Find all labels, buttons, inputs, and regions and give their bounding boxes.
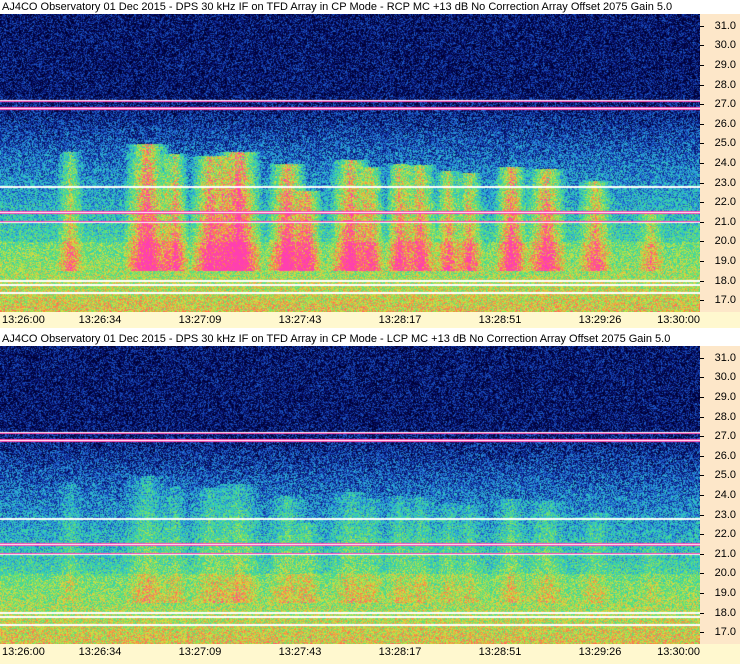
lcp-time-axis: 13:26:00 13:26:34 13:27:09 13:27:43 13:28:17… [0,644,740,664]
lcp-freq-tick-mark [700,436,704,438]
rcp-freq-tick-mark [700,143,704,145]
lcp-freq-tick-mark [700,514,704,516]
rcp-freq-tick-label: 29.0 [714,58,736,71]
lcp-freq-tick-label: 23.0 [714,508,736,521]
lcp-freq-tick-mark [700,455,704,457]
lcp-freq-tick-label: 31.0 [714,351,736,364]
rcp-spectrogram-title: AJ4CO Observatory 01 Dec 2015 - DPS 30 k… [2,1,673,13]
rcp-freq-tick-mark [700,45,704,47]
rcp-time-tick-label: 13:26:34 [78,314,122,326]
rcp-freq-tick-label: 21.0 [714,215,736,228]
lcp-frequency-axis: 31.0 30.0 29.0 28.0 27.0 26.0 25.0 24.0 23.0 22.0… [700,346,740,644]
lcp-freq-tick-label: 29.0 [714,390,736,403]
lcp-freq-tick-mark [700,495,704,496]
rcp-time-axis: 13:26:00 13:26:34 13:27:09 13:27:43 13:28:17… [0,312,740,328]
lcp-freq-tick-label: 20.0 [714,567,736,580]
rcp-time-tick-label: 13:26:00 [2,314,45,326]
rcp-freq-tick-mark [700,261,704,263]
rcp-time-tick-label: 13:28:17 [378,314,422,326]
lcp-freq-tick-mark [700,475,704,477]
lcp-freq-tick-mark [700,357,704,359]
lcp-freq-tick-label: 26.0 [714,449,736,462]
lcp-spectrogram-plot [0,346,700,644]
rcp-freq-tick-label: 27.0 [714,98,736,111]
rcp-time-tick-label: 13:27:43 [278,314,322,326]
lcp-freq-tick-label: 25.0 [714,469,736,482]
rcp-freq-tick-label: 28.0 [714,78,736,91]
rcp-freq-tick-mark [700,202,704,204]
rcp-freq-tick-mark [700,104,704,106]
rcp-time-tick-label: 13:30:00 [657,314,700,326]
rcp-freq-tick-label: 31.0 [714,19,736,32]
lcp-freq-tick-mark [700,377,704,379]
rcp-freq-tick-mark [700,163,704,164]
lcp-freq-tick-label: 21.0 [714,547,736,560]
rcp-freq-tick-mark [700,182,704,184]
rcp-freq-tick-mark [700,280,704,282]
rcp-freq-tick-mark [700,25,704,27]
lcp-freq-tick-mark [700,632,704,634]
lcp-spectrogram-title: AJ4CO Observatory 01 Dec 2015 - DPS 30 k… [2,333,671,345]
rcp-freq-tick-label: 19.0 [714,255,736,268]
lcp-freq-tick-label: 27.0 [714,430,736,443]
lcp-freq-tick-label: 22.0 [714,528,736,541]
rcp-freq-tick-mark [700,64,704,66]
rcp-freq-tick-mark [700,221,704,223]
rcp-freq-tick-mark [700,84,704,86]
rcp-freq-tick-mark [700,300,704,302]
rcp-time-tick-label: 13:28:51 [478,314,522,326]
rcp-freq-tick-label: 23.0 [714,176,736,189]
rcp-freq-tick-mark [700,123,704,125]
rcp-time-tick-label: 13:27:09 [178,314,222,326]
lcp-freq-tick-mark [700,534,704,536]
rcp-spectrogram-plot [0,14,700,312]
lcp-freq-tick-mark [700,612,704,614]
rcp-freq-tick-label: 30.0 [714,39,736,52]
rcp-freq-tick-mark [700,241,704,243]
lcp-freq-tick-mark [700,573,704,575]
lcp-time-tick-label: 13:28:51 [478,646,522,658]
lcp-time-tick-label: 13:29:26 [578,646,622,658]
lcp-freq-tick-label: 24.0 [714,489,736,501]
lcp-freq-tick-label: 30.0 [714,371,736,384]
rcp-freq-tick-label: 24.0 [714,157,736,169]
rcp-freq-tick-label: 26.0 [714,117,736,130]
lcp-time-tick-label: 13:26:34 [78,646,122,658]
lcp-freq-tick-mark [700,396,704,398]
lcp-time-tick-label: 13:28:17 [378,646,422,658]
rcp-freq-tick-label: 22.0 [714,196,736,209]
lcp-freq-tick-label: 18.0 [714,606,736,619]
lcp-time-tick-label: 13:27:09 [178,646,222,658]
lcp-spectrogram-canvas [0,346,700,644]
lcp-time-tick-label: 13:27:43 [278,646,322,658]
lcp-freq-tick-label: 28.0 [714,410,736,423]
lcp-freq-tick-label: 19.0 [714,587,736,600]
rcp-freq-tick-label: 18.0 [714,274,736,287]
rcp-freq-tick-label: 17.0 [714,294,736,307]
rcp-freq-tick-label: 25.0 [714,137,736,150]
lcp-freq-tick-mark [700,593,704,595]
lcp-freq-tick-mark [700,416,704,418]
rcp-freq-tick-label: 20.0 [714,235,736,248]
rcp-time-tick-label: 13:29:26 [578,314,622,326]
lcp-freq-tick-label: 17.0 [714,626,736,639]
lcp-freq-tick-mark [700,553,704,555]
lcp-time-tick-label: 13:26:00 [2,646,45,658]
rcp-spectrogram-canvas [0,14,700,312]
rcp-frequency-axis: 31.0 30.0 29.0 28.0 27.0 26.0 25.0 24.0 23.0 22.0… [700,14,740,312]
lcp-time-tick-label: 13:30:00 [657,646,700,658]
